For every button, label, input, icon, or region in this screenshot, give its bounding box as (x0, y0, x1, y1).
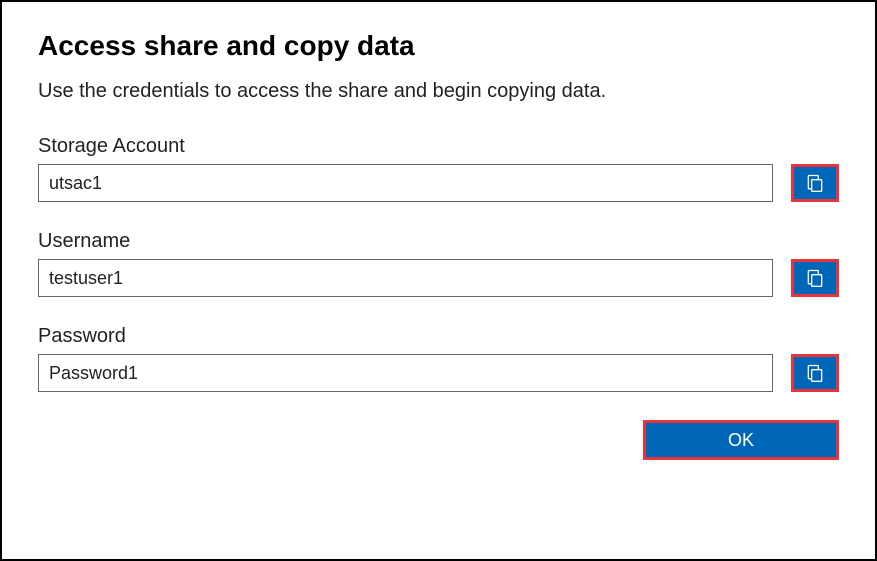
ok-button[interactable]: OK (643, 420, 839, 460)
password-input[interactable] (38, 354, 773, 392)
copy-icon (805, 268, 825, 288)
dialog-footer: OK (38, 420, 839, 460)
copy-username-button[interactable] (791, 259, 839, 297)
username-row (38, 259, 839, 297)
copy-icon (805, 173, 825, 193)
username-input[interactable] (38, 259, 773, 297)
password-label: Password (38, 325, 839, 348)
password-row (38, 354, 839, 392)
password-group: Password (38, 325, 839, 392)
storage-account-label: Storage Account (38, 135, 839, 158)
storage-account-input[interactable] (38, 164, 773, 202)
storage-account-group: Storage Account (38, 135, 839, 202)
dialog-title: Access share and copy data (38, 30, 839, 62)
username-group: Username (38, 230, 839, 297)
username-label: Username (38, 230, 839, 253)
storage-account-row (38, 164, 839, 202)
copy-password-button[interactable] (791, 354, 839, 392)
copy-storage-account-button[interactable] (791, 164, 839, 202)
dialog-description: Use the credentials to access the share … (38, 80, 839, 103)
copy-icon (805, 363, 825, 383)
